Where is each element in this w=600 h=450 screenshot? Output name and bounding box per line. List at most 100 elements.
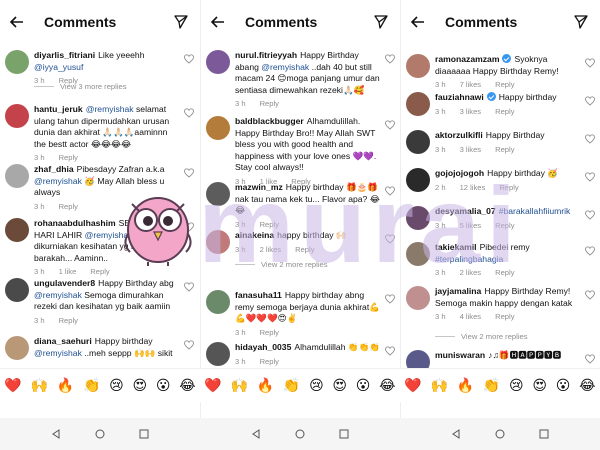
comment-username[interactable]: muniswaran [435, 350, 485, 360]
reply-button[interactable]: Reply [260, 357, 279, 366]
comment-likes-count[interactable]: 4 likes [460, 312, 482, 321]
like-heart-icon[interactable] [585, 354, 595, 364]
comment-username[interactable]: hidayah_0035 [235, 342, 291, 352]
avatar[interactable] [406, 168, 430, 192]
comment-likes-count[interactable]: 3 likes [460, 145, 482, 154]
comment-likes-count[interactable]: 7 likes [460, 80, 482, 89]
reply-button[interactable]: Reply [495, 268, 514, 277]
comment-likes-count[interactable]: 1 like [59, 267, 77, 276]
avatar[interactable] [406, 54, 430, 78]
like-heart-icon[interactable] [585, 172, 595, 182]
avatar[interactable] [206, 182, 230, 206]
emoji-reaction-button[interactable]: 😮 [356, 377, 371, 394]
emoji-reaction-button[interactable]: 🔥 [57, 377, 74, 394]
like-heart-icon[interactable] [585, 290, 595, 300]
comment-likes-count[interactable]: 3 likes [460, 107, 482, 116]
emoji-reaction-button[interactable]: 👏 [283, 377, 300, 394]
emoji-reaction-button[interactable]: 🔥 [257, 377, 274, 394]
comment-username[interactable]: desyamalia_07 [435, 206, 496, 216]
hashtag-link[interactable]: #terpalingbahagia [435, 254, 503, 264]
reply-button[interactable]: Reply [90, 267, 109, 276]
reply-button[interactable]: Reply [59, 202, 78, 211]
back-arrow-icon[interactable] [207, 11, 229, 33]
like-heart-icon[interactable] [385, 234, 395, 244]
like-heart-icon[interactable] [184, 54, 194, 64]
comment-username[interactable]: mazwin_mz [235, 182, 283, 192]
comment-username[interactable]: gojojojogoh [435, 168, 484, 178]
comment-username[interactable]: aktorzulkifli [435, 130, 483, 140]
mention-link[interactable]: @remyishak [34, 176, 82, 186]
comment-username[interactable]: ramonazamzam [435, 54, 499, 64]
reply-button[interactable]: Reply [59, 153, 78, 162]
emoji-reaction-button[interactable]: 🔥 [457, 377, 474, 394]
comment-username[interactable]: baldblackbugger [235, 116, 304, 126]
emoji-reaction-button[interactable]: 😢 [309, 377, 324, 394]
like-heart-icon[interactable] [184, 340, 194, 350]
like-heart-icon[interactable] [184, 168, 194, 178]
comment-username[interactable]: hantu_jeruk [34, 104, 83, 114]
like-heart-icon[interactable] [385, 54, 395, 64]
mention-link[interactable]: @remyishak [34, 348, 82, 358]
send-icon[interactable] [370, 11, 392, 33]
reply-button[interactable]: Reply [499, 183, 518, 192]
comment-username[interactable]: nurul.fitrieyyah [235, 50, 297, 60]
avatar[interactable] [5, 50, 29, 74]
emoji-reaction-button[interactable]: 😂 [379, 377, 395, 394]
mention-link[interactable]: @iyya_yusuf [34, 62, 83, 72]
like-heart-icon[interactable] [385, 294, 395, 304]
like-heart-icon[interactable] [585, 58, 595, 68]
like-heart-icon[interactable] [385, 346, 395, 356]
nav-back-icon[interactable] [451, 429, 461, 439]
emoji-reaction-button[interactable]: 👏 [83, 377, 100, 394]
emoji-reaction-button[interactable]: 👏 [483, 377, 500, 394]
emoji-reaction-button[interactable]: 😂 [179, 377, 195, 394]
reply-button[interactable]: Reply [495, 107, 514, 116]
nav-home-icon[interactable] [95, 429, 105, 439]
emoji-reaction-button[interactable]: 😢 [509, 377, 524, 394]
nav-recents-icon[interactable] [339, 429, 349, 439]
view-more-replies-link[interactable]: View 3 more replies [34, 82, 127, 91]
nav-home-icon[interactable] [295, 429, 305, 439]
reply-button[interactable]: Reply [295, 245, 314, 254]
reply-button[interactable]: Reply [59, 316, 78, 325]
avatar[interactable] [406, 242, 430, 266]
like-heart-icon[interactable] [385, 120, 395, 130]
avatar[interactable] [206, 116, 230, 140]
emoji-reaction-button[interactable]: 😂 [579, 377, 595, 394]
emoji-reaction-button[interactable]: 😍 [332, 377, 347, 394]
mention-link[interactable]: @remyishak [34, 290, 82, 300]
emoji-reaction-button[interactable]: 🙌 [231, 377, 248, 394]
avatar[interactable] [206, 290, 230, 314]
comment-likes-count[interactable]: 12 likes [460, 183, 486, 192]
like-heart-icon[interactable] [585, 210, 595, 220]
reply-button[interactable]: Reply [495, 80, 514, 89]
nav-back-icon[interactable] [51, 429, 61, 439]
emoji-reaction-button[interactable]: ❤️ [404, 377, 421, 394]
avatar[interactable] [406, 286, 430, 310]
emoji-reaction-button[interactable]: 😮 [556, 377, 571, 394]
mention-link[interactable]: @remyishak [261, 62, 309, 72]
nav-home-icon[interactable] [495, 429, 505, 439]
emoji-reaction-button[interactable]: 😍 [132, 377, 147, 394]
avatar[interactable] [406, 92, 430, 116]
nav-back-icon[interactable] [251, 429, 261, 439]
avatar[interactable] [206, 342, 230, 366]
avatar[interactable] [5, 336, 29, 360]
reply-button[interactable]: Reply [495, 312, 514, 321]
view-more-replies-link[interactable]: View 2 more replies [235, 260, 328, 269]
like-heart-icon[interactable] [585, 246, 595, 256]
avatar[interactable] [5, 104, 29, 128]
hashtag-link[interactable]: #barakallahfiiumrik [499, 206, 571, 216]
nav-recents-icon[interactable] [139, 429, 149, 439]
avatar[interactable] [206, 230, 230, 254]
comment-likes-count[interactable]: 5 likes [460, 221, 482, 230]
avatar[interactable] [406, 130, 430, 154]
comment-likes-count[interactable]: 2 likes [460, 268, 482, 277]
like-heart-icon[interactable] [585, 134, 595, 144]
emoji-reaction-button[interactable]: ❤️ [4, 377, 21, 394]
send-icon[interactable] [170, 11, 192, 33]
view-more-replies-link[interactable]: View 2 more replies [435, 332, 528, 341]
reply-button[interactable]: Reply [495, 145, 514, 154]
reply-button[interactable]: Reply [260, 328, 279, 337]
like-heart-icon[interactable] [184, 108, 194, 118]
